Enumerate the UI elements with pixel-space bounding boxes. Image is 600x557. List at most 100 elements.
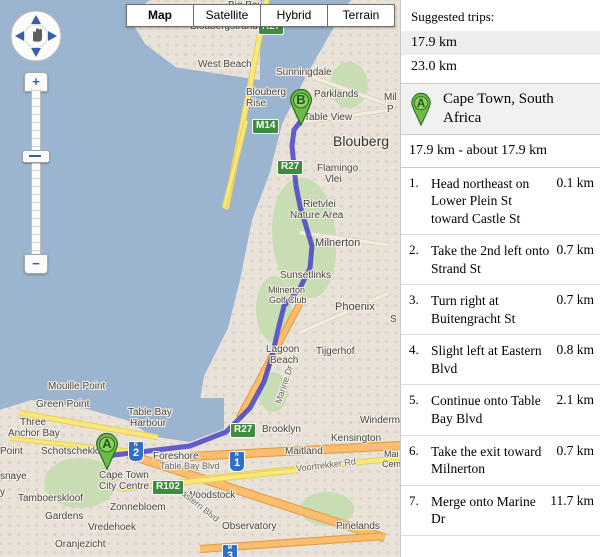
map-place-label: Nature Area [290,210,344,221]
zoom-out-button[interactable]: − [24,254,48,274]
map-place-label: Observatory [222,521,277,532]
map-directions-app: Big BayBloubergstrandWest BeachSunningda… [0,0,600,557]
direction-step-row[interactable]: 1. Head northeast on Lower Plein St towar… [401,168,600,236]
direction-step-instruction: Head northeast on Lower Plein St toward … [431,175,530,226]
map-place-label: Gardens [45,511,84,522]
destination-name: Cape Town, South Africa [443,91,554,126]
map-place-label: snaye [0,471,27,482]
zoom-slider-track[interactable] [31,90,41,254]
direction-step-instruction: Slight left at Eastern Blvd [431,343,542,376]
map-place-label: Sunningdale [276,67,332,78]
zoom-slider-control[interactable]: + − [22,72,50,274]
map-place-label: Pinelands [336,521,380,532]
suggested-trip-option[interactable]: 23.0 km [401,55,600,79]
map-place-label: Sunsetlinks [280,270,332,281]
map-place-label: Phoenix [335,301,375,313]
direction-step-number: 2. [409,242,419,258]
map-place-label: Cem [382,459,400,469]
directions-steps-list: 1. Head northeast on Lower Plein St towar… [401,168,600,536]
direction-step-instruction: Continue onto Table Bay Blvd [431,393,541,426]
map-road-label: Table Bay Blvd [160,461,220,471]
pan-control[interactable] [8,8,64,64]
map-place-label: Parklands [314,89,359,100]
route-shield-r102: R102 [152,480,184,495]
map-type-button-satellite[interactable]: Satellite [194,5,261,26]
map-canvas[interactable]: Big BayBloubergstrandWest BeachSunningda… [0,0,400,557]
map-place-label: Mouille Point [48,381,106,392]
map-place-label: Cape Town [99,470,149,481]
route-summary: 17.9 km - about 17.9 km [401,135,600,168]
map-type-button-terrain[interactable]: Terrain [328,5,394,26]
destination-marker-letter: A [416,95,426,110]
map-place-label: Schotscheklo [41,446,101,457]
map-type-button-hybrid[interactable]: Hybrid [261,5,328,26]
zoom-in-button[interactable]: + [24,72,48,92]
route-shield-number: 2 [133,447,140,459]
suggested-trips-panel: Suggested trips: 17.9 km 23.0 km [401,0,600,84]
map-place-label: Blouberg [246,87,287,98]
suggested-trips-list: 17.9 km 23.0 km [401,31,600,79]
map-place-label: Table Bay [128,407,172,418]
direction-step-distance: 0.1 km [556,174,594,190]
map-type-control[interactable]: Map Satellite Hybrid Terrain [126,4,395,27]
route-shield-n2: N2 [128,441,145,462]
map-type-button-map[interactable]: Map [127,5,194,26]
map-place-label: Green Point [36,399,90,410]
map-place-label: Vlei [325,174,342,185]
map-place-label: Rise [246,98,267,109]
map-place-label: Harbour [130,418,167,429]
map-place-label: Blouberg [333,133,390,149]
map-place-label: Lagoon [266,344,300,355]
route-shield-n1: N1 [229,451,246,472]
direction-step-distance: 0.7 km [556,242,594,258]
map-place-label: Three [20,417,47,428]
direction-step-instruction: Take the exit toward Milnerton [431,443,542,477]
map-place-label: Zonnebloem [110,502,166,513]
route-shield-r27: R27 [230,423,257,438]
direction-step-number: 3. [409,292,419,308]
map-place-label: P [387,104,394,115]
map-place-label: Golf Club [269,295,307,305]
suggested-trip-option[interactable]: 17.9 km [401,31,600,55]
map-place-label: Tamboerskloof [18,493,84,504]
direction-step-distance: 2.1 km [556,392,594,408]
direction-step-number: 7. [409,492,419,508]
route-shield-r27: R27 [277,160,304,175]
map-place-label: Flamingo [317,163,359,174]
zoom-slider-thumb[interactable] [22,150,50,163]
direction-step-row[interactable]: 4. Slight left at Eastern Blvd 0.8 km [401,335,600,386]
direction-step-row[interactable]: 5. Continue onto Table Bay Blvd 2.1 km [401,385,600,436]
direction-step-row[interactable]: 2. Take the 2nd left onto Strand St 0.7 km [401,235,600,286]
map-place-label: y [0,487,5,498]
map-place-label: S [390,314,397,325]
map-place-label: Anchor Bay [8,428,60,439]
suggested-trips-title: Suggested trips: [411,9,495,24]
road-coastal-m14 [221,119,249,209]
map-marker-b[interactable]: B [288,88,314,127]
map-place-label: Winderme [360,415,400,426]
map-place-label: Point [0,446,23,457]
map-place-label: Brooklyn [262,424,301,435]
route-shield-m14: M14 [252,119,280,134]
destination-row[interactable]: A Cape Town, South Africa [401,84,600,135]
map-marker-a[interactable]: A [94,432,120,471]
route-shield-number: 3 [227,550,234,557]
direction-step-distance: 11.7 km [550,492,594,508]
map-place-label: Oranjezicht [55,539,106,550]
map-place-label: Rietvlei [303,199,336,210]
map-place-label: Vredehoek [88,522,136,533]
direction-step-row[interactable]: 3. Turn right at Buitengracht St 0.7 km [401,285,600,336]
map-place-label: Maitland [285,446,323,457]
direction-step-instruction: Take the 2nd left onto Strand St [431,243,550,276]
direction-step-number: 6. [409,442,419,458]
direction-step-row[interactable]: 7. Merge onto Marine Dr 11.7 km [401,486,600,536]
direction-step-instruction: Merge onto Marine Dr [431,493,536,527]
direction-step-row[interactable]: 6. Take the exit toward Milnerton 0.7 km [401,436,600,486]
direction-step-instruction: Turn right at Buitengracht St [431,293,516,326]
route-shield-number: 1 [234,457,241,469]
directions-sidebar: Suggested trips: 17.9 km 23.0 km A Cape T… [400,0,600,557]
direction-step-distance: 0.8 km [556,342,594,358]
direction-step-distance: 0.7 km [556,442,594,458]
direction-step-distance: 0.7 km [556,292,594,308]
map-place-label: West Beach [198,59,252,70]
